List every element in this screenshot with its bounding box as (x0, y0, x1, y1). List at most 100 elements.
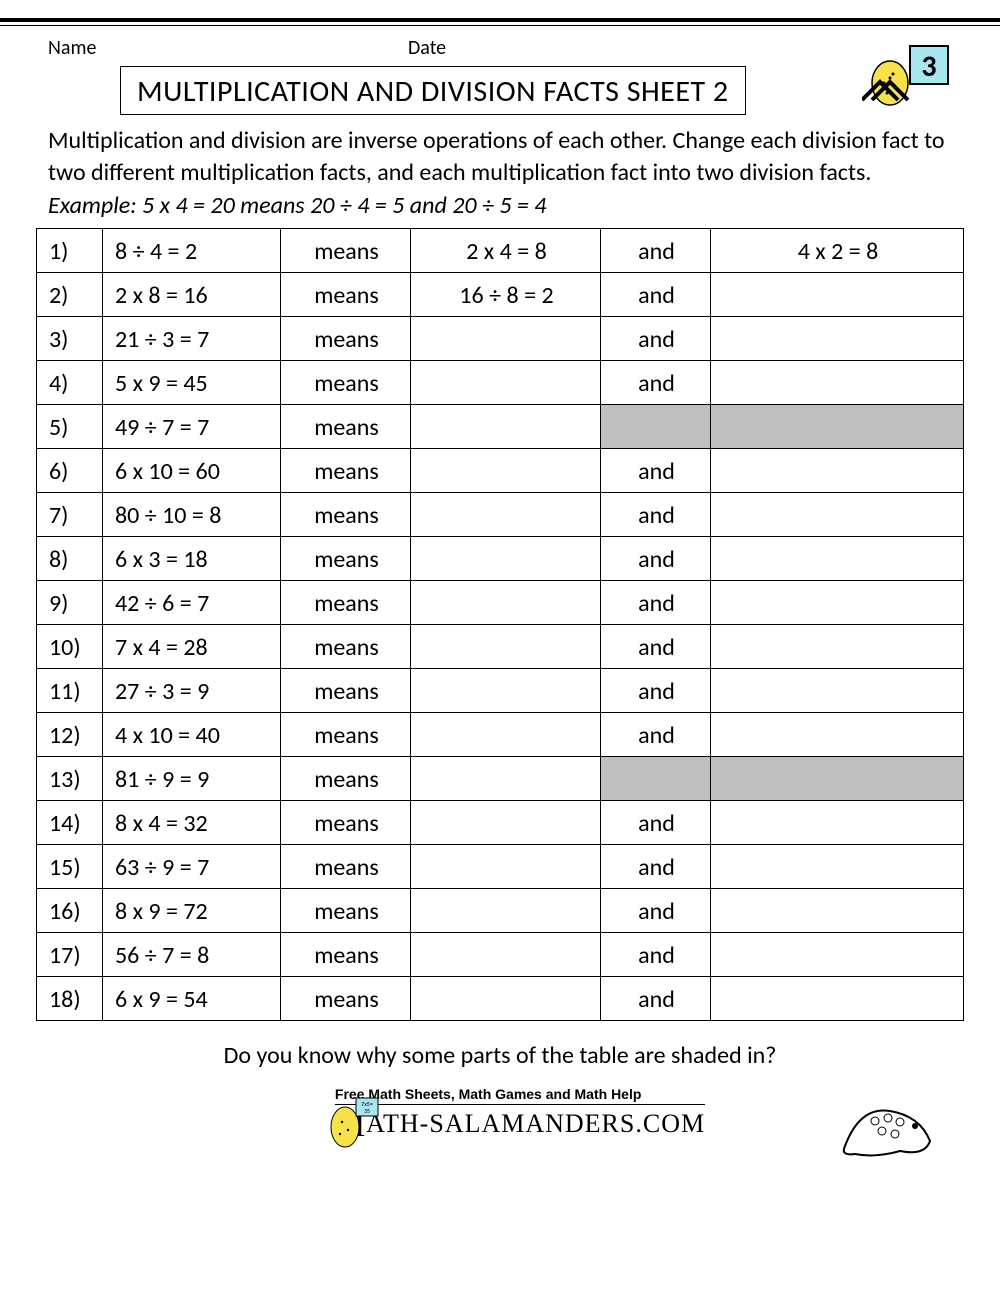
means-label: means (281, 273, 411, 317)
answer-1-cell[interactable] (411, 405, 601, 449)
and-label: and (601, 493, 711, 537)
means-label: means (281, 977, 411, 1021)
answer-1-cell[interactable] (411, 713, 601, 757)
row-number: 13) (37, 757, 103, 801)
answer-2-cell[interactable] (711, 669, 964, 713)
table-row: 17)56 ÷ 7 = 8meansand (37, 933, 964, 977)
table-row: 8)6 x 3 = 18means and (37, 537, 964, 581)
given-fact: 80 ÷ 10 = 8 (103, 493, 281, 537)
and-label: and (601, 889, 711, 933)
bottom-question: Do you know why some parts of the table … (0, 1041, 1000, 1070)
table-row: 7)80 ÷ 10 = 8means and (37, 493, 964, 537)
given-fact: 4 x 10 = 40 (103, 713, 281, 757)
date-label: Date (408, 36, 446, 60)
row-number: 5) (37, 405, 103, 449)
and-label: and (601, 537, 711, 581)
facts-table: 1)8 ÷ 4 = 2means2 x 4 = 8and4 x 2 = 82)2… (36, 228, 964, 1021)
given-fact: 21 ÷ 3 = 7 (103, 317, 281, 361)
row-number: 1) (37, 229, 103, 273)
instructions-text: Multiplication and division are inverse … (0, 125, 1000, 222)
given-fact: 2 x 8 = 16 (103, 273, 281, 317)
answer-1-cell[interactable] (411, 537, 601, 581)
given-fact: 6 x 9 = 54 (103, 977, 281, 1021)
row-number: 14) (37, 801, 103, 845)
answer-2-cell[interactable] (711, 537, 964, 581)
answer-2-cell[interactable] (711, 713, 964, 757)
salamander-outline-icon (830, 1086, 940, 1166)
row-number: 7) (37, 493, 103, 537)
given-fact: 49 ÷ 7 = 7 (103, 405, 281, 449)
answer-2-cell[interactable] (711, 493, 964, 537)
answer-1-cell[interactable] (411, 977, 601, 1021)
table-row: 5)49 ÷ 7 = 7means (37, 405, 964, 449)
answer-1-cell[interactable] (411, 933, 601, 977)
answer-2-cell[interactable] (711, 581, 964, 625)
table-row: 15)63 ÷ 9 = 7meansand (37, 845, 964, 889)
answer-1-cell[interactable] (411, 757, 601, 801)
table-row: 14)8 x 4 = 32means and (37, 801, 964, 845)
given-fact: 6 x 3 = 18 (103, 537, 281, 581)
means-label: means (281, 317, 411, 361)
answer-1-cell[interactable] (411, 361, 601, 405)
answer-1-cell[interactable] (411, 317, 601, 361)
answer-1-cell[interactable] (411, 625, 601, 669)
and-label: and (601, 933, 711, 977)
footer-tagline: Free Math Sheets, Math Games and Math He… (335, 1086, 705, 1102)
svg-text:3: 3 (921, 48, 936, 85)
means-label: means (281, 933, 411, 977)
table-row: 2)2 x 8 = 16means16 ÷ 8 = 2and (37, 273, 964, 317)
given-fact: 7 x 4 = 28 (103, 625, 281, 669)
answer-2-cell[interactable] (711, 933, 964, 977)
means-label: means (281, 889, 411, 933)
and-label: and (601, 229, 711, 273)
answer-2-cell[interactable] (711, 405, 964, 449)
horizontal-rule (0, 18, 1000, 26)
answer-1-cell[interactable] (411, 669, 601, 713)
grade-badge-icon: 3 (862, 38, 952, 108)
and-label: and (601, 801, 711, 845)
and-label: and (601, 449, 711, 493)
answer-2-cell[interactable] (711, 977, 964, 1021)
footer-brand: MATH-SALAMANDERS.COM (335, 1104, 705, 1145)
answer-2-cell[interactable] (711, 317, 964, 361)
answer-1-cell[interactable] (411, 889, 601, 933)
answer-2-cell[interactable] (711, 449, 964, 493)
answer-1-cell[interactable] (411, 801, 601, 845)
answer-2-cell[interactable] (711, 273, 964, 317)
answer-2-cell[interactable] (711, 845, 964, 889)
means-label: means (281, 449, 411, 493)
means-label: means (281, 537, 411, 581)
answer-1-cell[interactable] (411, 449, 601, 493)
given-fact: 42 ÷ 6 = 7 (103, 581, 281, 625)
row-number: 4) (37, 361, 103, 405)
given-fact: 8 ÷ 4 = 2 (103, 229, 281, 273)
means-label: means (281, 757, 411, 801)
answer-2-cell[interactable] (711, 757, 964, 801)
means-label: means (281, 405, 411, 449)
means-label: means (281, 581, 411, 625)
answer-1-cell[interactable]: 16 ÷ 8 = 2 (411, 273, 601, 317)
table-row: 6)6 x 10 = 60means and (37, 449, 964, 493)
means-label: means (281, 361, 411, 405)
answer-1-cell[interactable]: 2 x 4 = 8 (411, 229, 601, 273)
answer-1-cell[interactable] (411, 581, 601, 625)
means-label: means (281, 493, 411, 537)
answer-1-cell[interactable] (411, 845, 601, 889)
table-row: 4)5 x 9 = 45meansand (37, 361, 964, 405)
answer-2-cell[interactable] (711, 361, 964, 405)
given-fact: 6 x 10 = 60 (103, 449, 281, 493)
answer-2-cell[interactable] (711, 889, 964, 933)
means-label: means (281, 229, 411, 273)
answer-2-cell[interactable] (711, 625, 964, 669)
table-row: 9)42 ÷ 6 = 7meansand (37, 581, 964, 625)
row-number: 6) (37, 449, 103, 493)
given-fact: 27 ÷ 3 = 9 (103, 669, 281, 713)
answer-2-cell[interactable]: 4 x 2 = 8 (711, 229, 964, 273)
given-fact: 5 x 9 = 45 (103, 361, 281, 405)
salamander-mascot-icon: 7x5= 35 (320, 1092, 380, 1152)
row-number: 8) (37, 537, 103, 581)
answer-2-cell[interactable] (711, 801, 964, 845)
answer-1-cell[interactable] (411, 493, 601, 537)
given-fact: 8 x 4 = 32 (103, 801, 281, 845)
means-label: means (281, 801, 411, 845)
